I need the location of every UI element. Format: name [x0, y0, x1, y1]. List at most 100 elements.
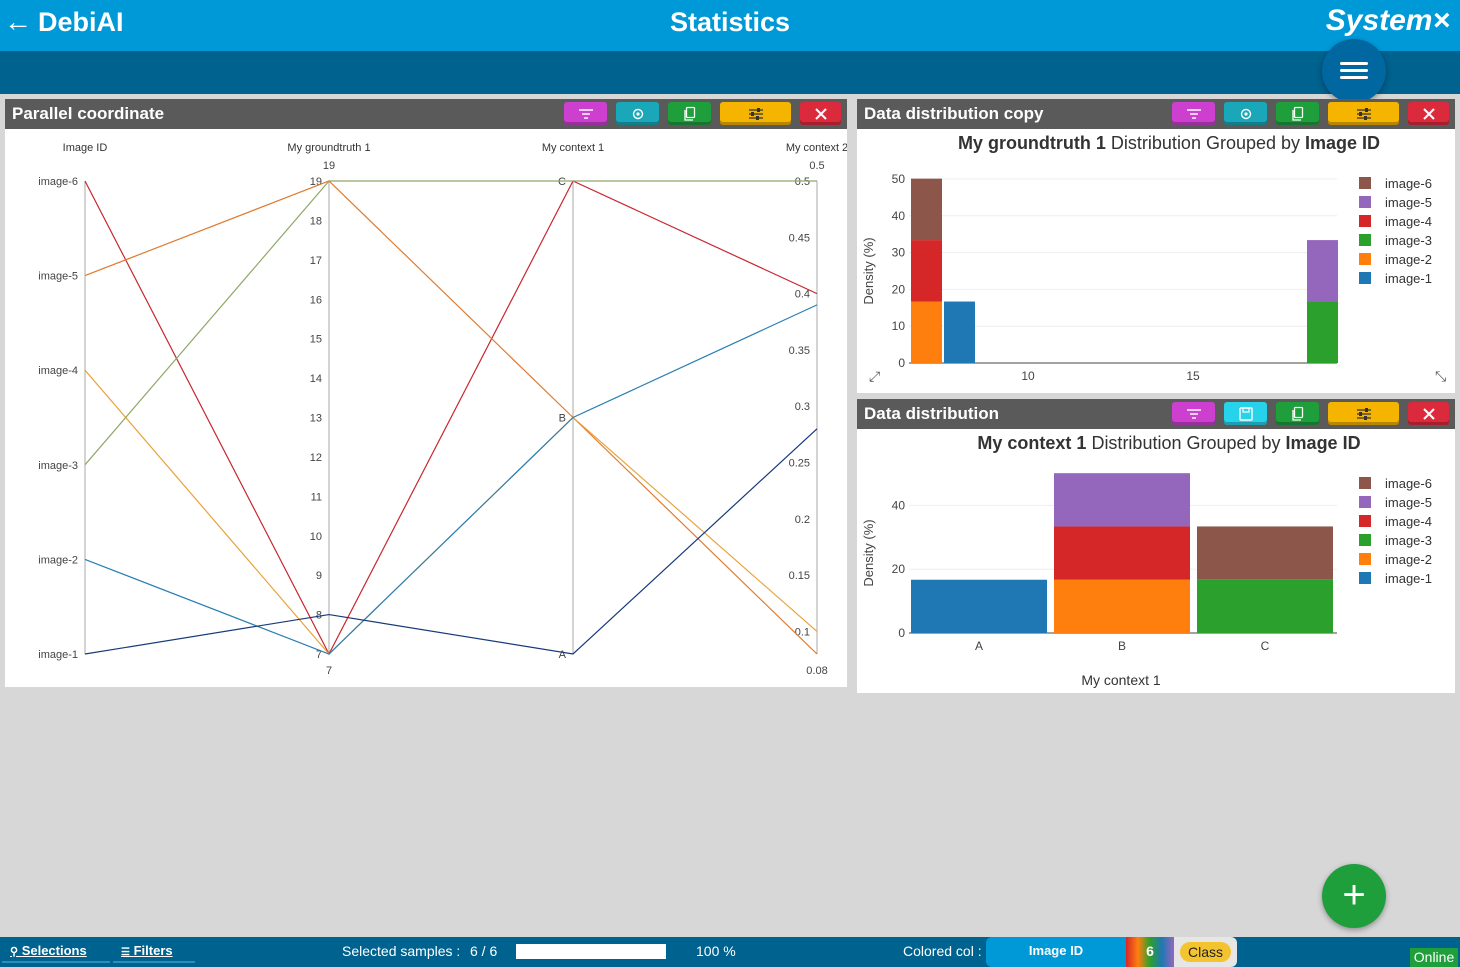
panel-title: Parallel coordinate — [12, 104, 165, 123]
close-icon — [1422, 107, 1435, 120]
sliders-icon — [1356, 107, 1371, 120]
bottom-bar: ⚲ Selections ☰ Filters Selected samples … — [0, 937, 1460, 967]
bar-segment-image-3 — [1197, 579, 1333, 633]
legend-label: image-4 — [1385, 214, 1432, 229]
gt-tick-label: 18 — [310, 215, 322, 227]
ctx2-tick-label: 0.1 — [795, 626, 810, 638]
gt-top-label: 19 — [323, 160, 335, 172]
y-tick-label: 40 — [892, 498, 906, 512]
id-tick-label: image-5 — [38, 271, 78, 283]
ctx2-top-label: 0.5 — [809, 160, 824, 172]
legend-swatch — [1359, 534, 1371, 546]
bar-segment-image-4 — [911, 240, 942, 302]
panel-header: Parallel coordinate — [5, 99, 847, 129]
legend-label: image-6 — [1385, 476, 1432, 491]
gt-bottom-label: 7 — [326, 665, 332, 677]
y-axis-label: Density (%) — [861, 519, 876, 586]
legend-label: image-1 — [1385, 271, 1432, 286]
ctx1-tick-label: A — [559, 649, 567, 661]
legend-swatch — [1359, 272, 1371, 284]
filter-icon — [1186, 408, 1201, 419]
sliders-icon — [1356, 407, 1371, 420]
bar-segment-image-2 — [1054, 579, 1190, 633]
hamburger-icon — [1340, 76, 1368, 79]
plus-icon: + — [1342, 873, 1366, 917]
x-tick-label: C — [1261, 639, 1270, 653]
colored-col-label: Colored col : — [903, 943, 982, 959]
selection-percent: 100 % — [696, 943, 736, 959]
panel-header: Data distribution — [857, 399, 1455, 429]
selections-button[interactable]: ⚲ Selections — [2, 941, 110, 963]
x-tick-label: 15 — [1186, 369, 1200, 383]
legend-swatch — [1359, 553, 1371, 565]
filter-button[interactable] — [564, 102, 607, 125]
data-distribution-panel: Data distribution My context 1 Distribut… — [857, 399, 1455, 693]
gt-tick-label: 12 — [310, 452, 322, 464]
sample-line-image-6 — [84, 180, 818, 656]
id-tick-label: image-4 — [38, 365, 78, 377]
id-tick-label: image-6 — [38, 176, 78, 188]
settings-button[interactable] — [1224, 102, 1267, 125]
class-toggle-wrapper[interactable]: Class — [1174, 937, 1237, 967]
copy-icon — [683, 106, 695, 121]
selection-progress-bar — [516, 944, 666, 959]
filters-button[interactable]: ☰ Filters — [113, 941, 195, 963]
ctx2-bottom-label: 0.08 — [806, 665, 827, 677]
close-button[interactable] — [1408, 102, 1449, 125]
add-widget-button[interactable]: + — [1322, 864, 1386, 928]
legend-swatch — [1359, 477, 1371, 489]
gt-tick-label: 15 — [310, 334, 322, 346]
copy-button[interactable] — [1276, 402, 1319, 425]
sample-line-image-4 — [84, 369, 818, 655]
sample-line-image-3 — [84, 180, 817, 466]
axis-title: My context 1 — [542, 142, 604, 154]
sample-line-image-1 — [84, 428, 818, 655]
bar-segment-image-6 — [1197, 526, 1333, 580]
filter-icon: ☰ — [121, 947, 130, 958]
sliders-icon — [748, 107, 763, 120]
bar-segment-image-4 — [1054, 526, 1190, 580]
filter-button[interactable] — [1172, 102, 1215, 125]
options-button[interactable] — [1328, 102, 1399, 125]
bar-segment-image-5 — [1054, 473, 1190, 527]
data-distribution-copy-panel: Data distribution copy My groundtruth 1 … — [857, 99, 1455, 393]
gt-tick-label: 17 — [310, 255, 322, 267]
close-button[interactable] — [800, 102, 841, 125]
parallel-coordinate-chart[interactable]: Image ID My groundtruth 1 My context 1 My c… — [5, 129, 847, 687]
selected-samples-value: 6 / 6 — [470, 943, 498, 959]
online-status-badge: Online — [1410, 948, 1458, 967]
chart-title: My groundtruth 1 Distribution Grouped by… — [958, 133, 1380, 153]
gear-icon — [632, 108, 643, 119]
class-toggle[interactable]: Class — [1180, 942, 1231, 962]
copy-button[interactable] — [1276, 102, 1319, 125]
close-button[interactable] — [1408, 402, 1449, 425]
filter-icon — [578, 108, 593, 119]
bar-segment-image-5 — [1307, 240, 1338, 302]
axis-title: My groundtruth 1 — [287, 142, 370, 154]
legend-label: image-3 — [1385, 533, 1432, 548]
colored-col-selector[interactable]: Image ID — [986, 937, 1126, 967]
copy-button[interactable] — [668, 102, 711, 125]
save-button[interactable] — [1224, 402, 1267, 425]
options-button[interactable] — [1328, 402, 1399, 425]
options-button[interactable] — [720, 102, 791, 125]
settings-button[interactable] — [616, 102, 659, 125]
panel-title: Data distribution — [864, 404, 1000, 423]
context-distribution-chart[interactable]: My context 1 Distribution Grouped by Ima… — [857, 429, 1455, 693]
groundtruth-distribution-chart[interactable]: My groundtruth 1 Distribution Grouped by… — [857, 129, 1455, 393]
x-tick-label: B — [1118, 639, 1126, 653]
gt-tick-label: 11 — [311, 491, 322, 503]
y-tick-label: 30 — [892, 246, 906, 260]
legend-swatch — [1359, 177, 1371, 189]
gt-tick-label: 16 — [310, 294, 322, 306]
legend-label: image-6 — [1385, 176, 1432, 191]
filter-button[interactable] — [1172, 402, 1215, 425]
ctx1-tick-label: C — [558, 176, 566, 188]
sub-bar — [0, 51, 1460, 94]
menu-button[interactable] — [1322, 39, 1386, 103]
hamburger-icon — [1340, 62, 1368, 65]
y-tick-label: 20 — [892, 562, 906, 576]
close-icon — [814, 107, 827, 120]
legend-label: image-5 — [1385, 195, 1432, 210]
legend-swatch — [1359, 496, 1371, 508]
